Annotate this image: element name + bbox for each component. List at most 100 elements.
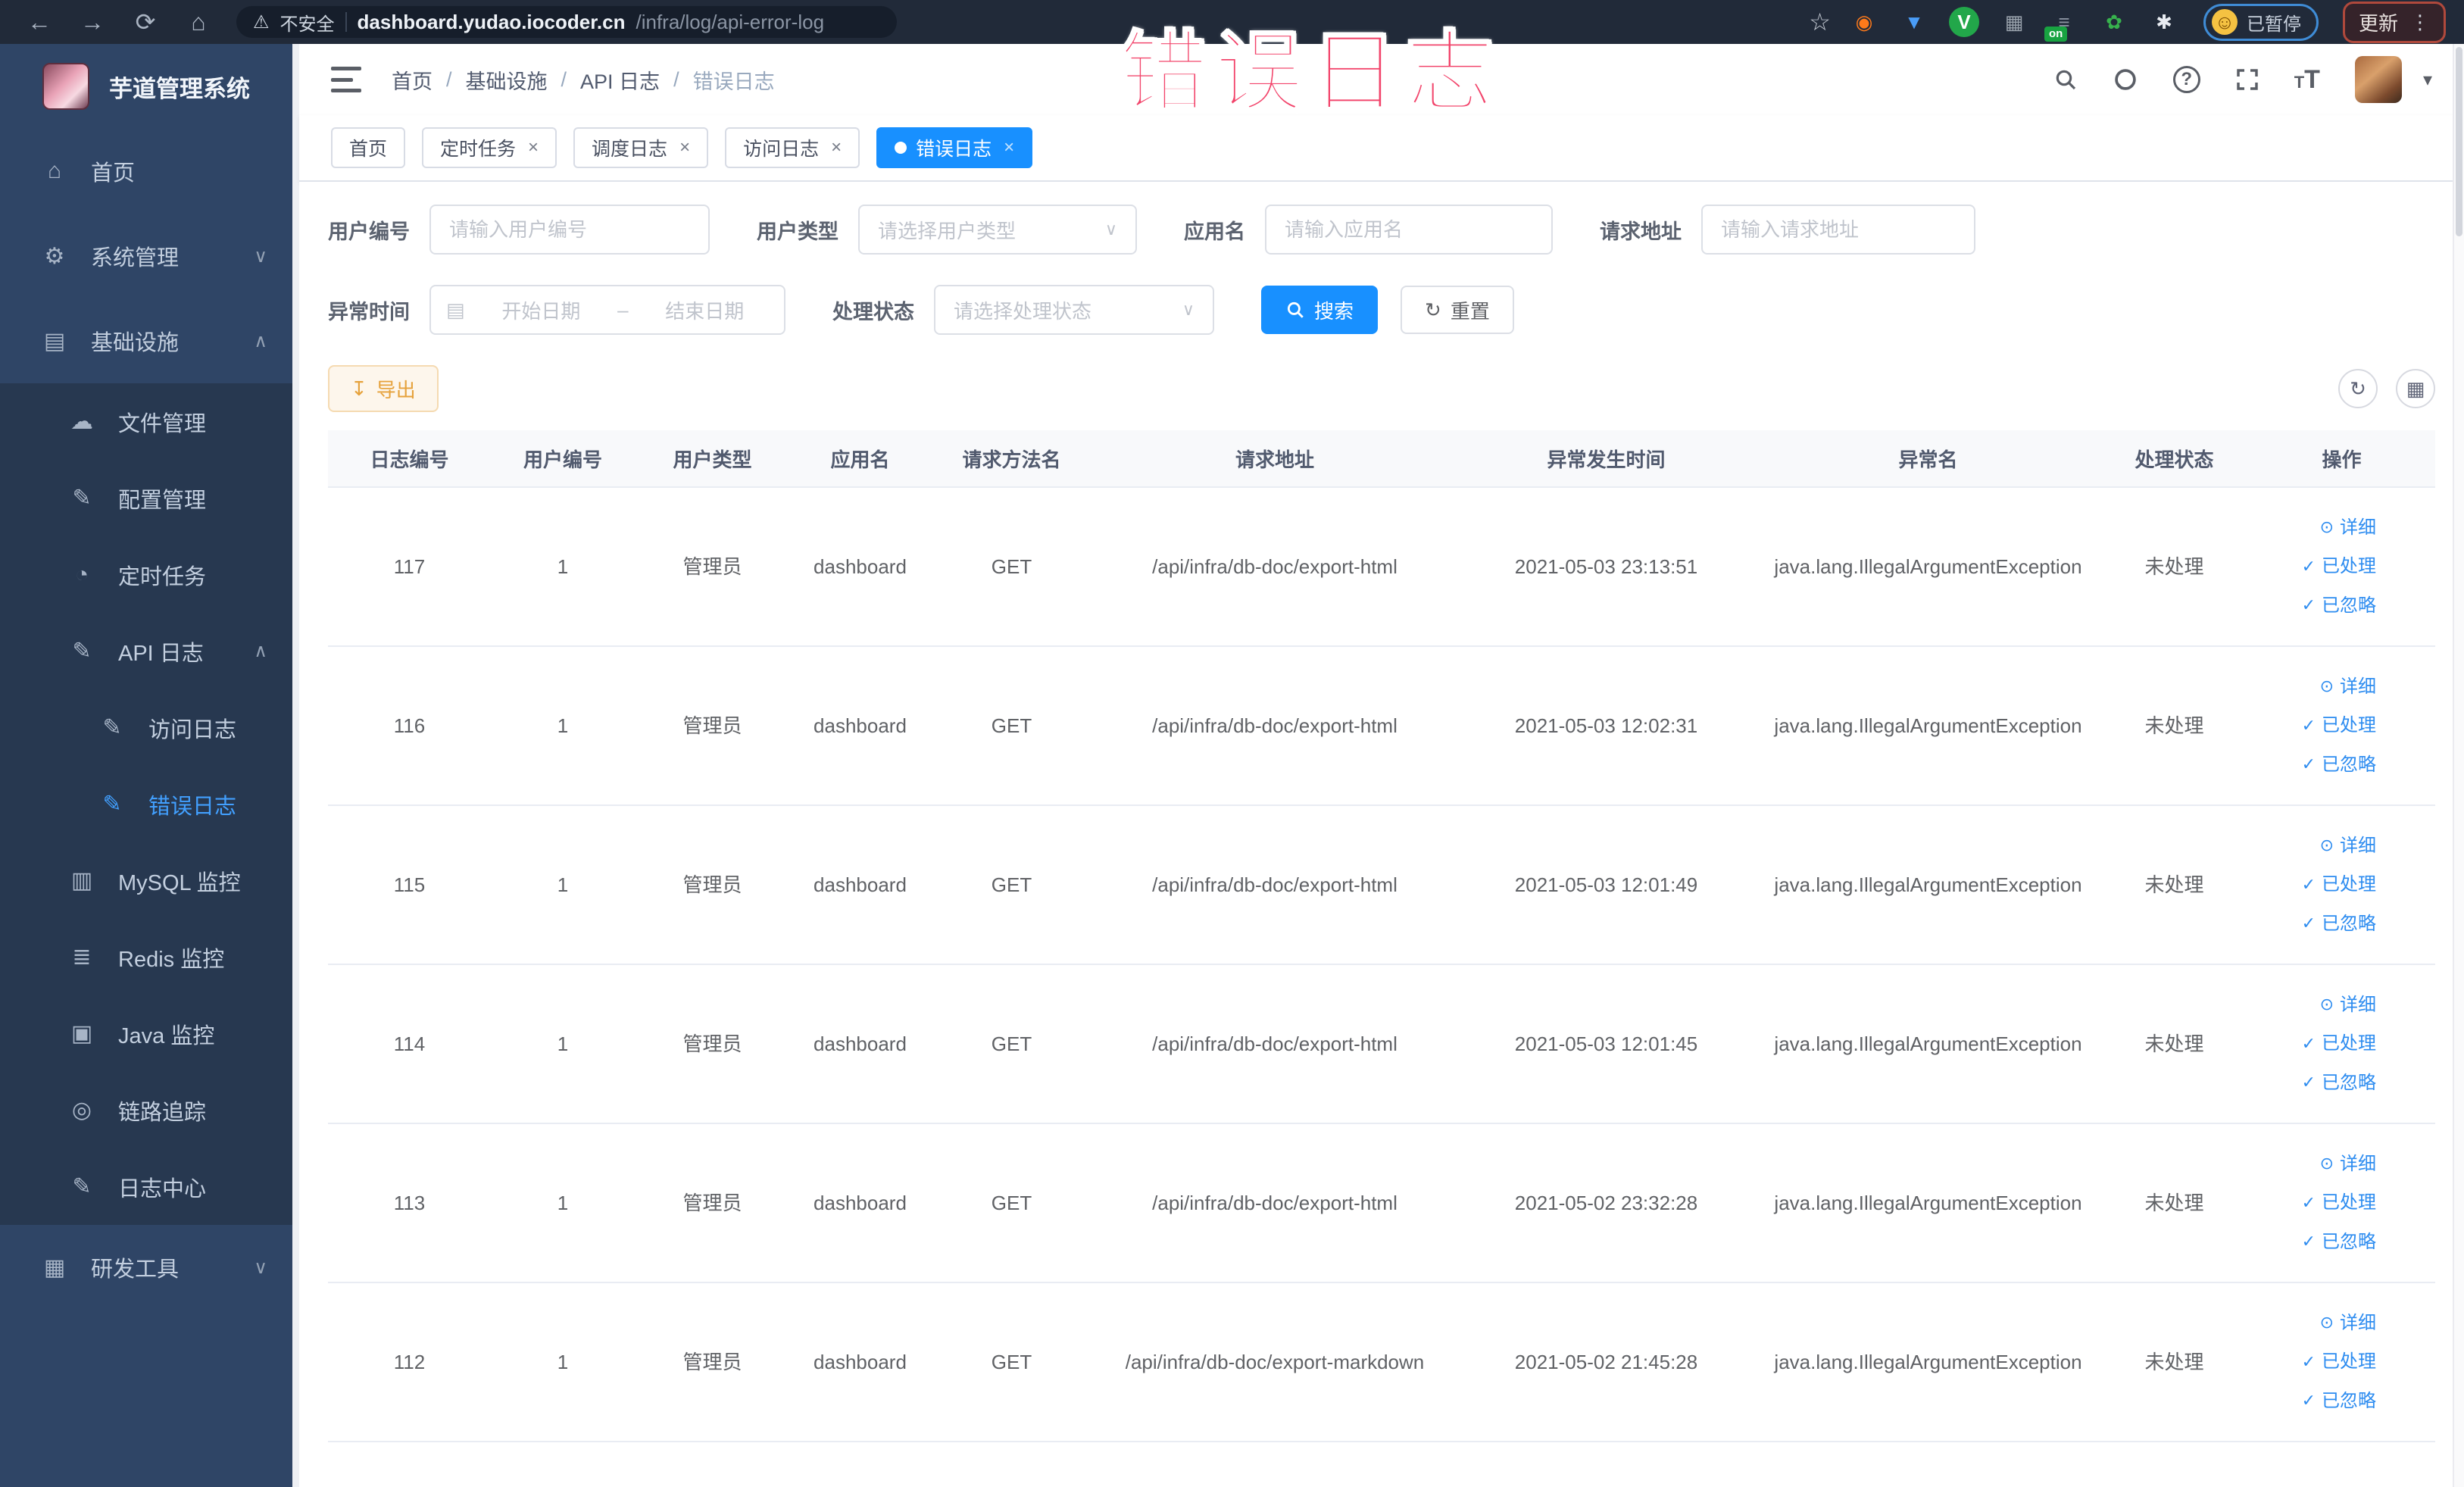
refresh-button[interactable]: ↻ [2338,369,2378,408]
sidebar-item[interactable]: ▦ 研发工具 ∨ [0,1225,299,1310]
hamburger-icon[interactable] [331,67,361,92]
table-row: 115 1 管理员 dashboard GET /api/infra/db-do… [328,806,2435,965]
gear-icon: ⚙ [44,243,65,269]
user-id-input[interactable] [429,205,710,255]
cell-status: 未处理 [2144,1350,2204,1373]
detail-link[interactable]: ⊙ 详细 [2320,1151,2376,1177]
sidebar-item-label: 系统管理 [91,246,180,270]
browser-home-icon[interactable]: ⌂ [177,8,220,36]
reset-button[interactable]: ↻ 重置 [1401,286,1514,334]
help-icon[interactable]: ? [2172,66,2200,93]
sidebar-item[interactable]: ✎ 配置管理 [0,460,299,536]
cell-exception-name: java.lang.IllegalArgumentException [1774,714,2082,737]
page-tab[interactable]: 首页 × [331,127,406,168]
breadcrumb-infra[interactable]: 基础设施 [466,65,548,95]
mark-ignored-link[interactable]: ✓ 已忽略 [2302,1070,2376,1096]
close-icon[interactable]: × [831,137,842,158]
cell-user-id: 1 [557,555,569,578]
ext-plant-icon[interactable]: ✿ [2099,7,2129,37]
search-icon[interactable] [2053,67,2078,92]
app-name-input[interactable] [1265,205,1553,255]
ext-v-green-icon[interactable]: V [1948,7,1979,37]
ext-puzzle-icon[interactable]: ✱ [2149,7,2179,37]
browser-menu-icon[interactable]: ⋮ [2410,11,2430,34]
app-logo[interactable]: 芋道管理系统 [0,44,299,129]
forward-icon[interactable]: → [71,8,114,36]
error-log-icon: ✎ [102,792,122,817]
close-icon[interactable]: × [679,137,690,158]
search-button[interactable]: 搜索 [1261,286,1379,334]
close-icon[interactable]: × [528,137,539,158]
sidebar-item[interactable]: ▤ 基础设施 ∧ [0,298,299,383]
user-menu-caret-icon[interactable]: ▾ [2423,69,2432,91]
window-scrollbar[interactable] [2453,44,2464,1487]
ext-grid-icon[interactable]: ▦ [1999,7,2029,37]
profile-paused-badge[interactable]: ☺ 已暂停 [2203,3,2319,41]
process-status-select[interactable]: 请选择处理状态 ∨ [934,285,1214,335]
bookmark-star-icon[interactable]: ☆ [1809,8,1831,36]
mark-processed-link[interactable]: ✓ 已处理 [2302,1349,2376,1375]
font-size-icon[interactable]: TT [2294,65,2320,95]
export-button[interactable]: ↧ 导出 [328,365,439,412]
sidebar-item[interactable]: ⚙ 系统管理 ∨ [0,214,299,298]
sidebar-item[interactable]: ⌂ 首页 [0,129,299,214]
columns-toggle-button[interactable]: ▦ [2396,369,2435,408]
check-icon: ✓ [2301,1351,2316,1371]
detail-link[interactable]: ⊙ 详细 [2320,992,2376,1018]
page-tab[interactable]: 访问日志 × [725,127,860,168]
fullscreen-icon[interactable] [2235,67,2259,92]
exception-time-range-picker[interactable]: ▤ 开始日期 – 结束日期 [429,285,785,335]
mark-ignored-link[interactable]: ✓ 已忽略 [2302,593,2376,619]
reload-icon[interactable]: ⟳ [124,8,167,36]
mark-ignored-link[interactable]: ✓ 已忽略 [2302,1229,2376,1255]
table-header-cell: 请求地址 [1235,448,1314,471]
ext-switch-icon[interactable]: ≡ on [2044,7,2079,42]
cell-request-url: /api/infra/db-doc/export-html [1152,1191,1398,1214]
mark-processed-link[interactable]: ✓ 已处理 [2302,872,2376,898]
address-bar[interactable]: ⚠ 不安全 dashboard.yudao.iocoder.cn/infra/l… [236,6,897,38]
detail-link[interactable]: ⊙ 详细 [2320,515,2376,541]
scrollbar-thumb[interactable] [2456,47,2462,236]
sidebar-item[interactable]: ◔ 定时任务 [0,536,299,613]
sidebar-item[interactable]: ✎ 日志中心 [0,1148,299,1225]
mark-ignored-link[interactable]: ✓ 已忽略 [2302,911,2376,937]
download-icon: ↧ [351,376,367,400]
user-avatar[interactable] [2354,56,2402,103]
mark-processed-link[interactable]: ✓ 已处理 [2302,713,2376,739]
page-tab[interactable]: 错误日志 × [876,127,1033,168]
close-icon[interactable]: × [1004,137,1014,158]
cell-log-id: 116 [393,714,426,737]
back-icon[interactable]: ← [18,8,61,36]
sidebar-item[interactable]: ◎ 链路追踪 [0,1072,299,1148]
cell-actions: ⊙ 详细 ✓ 已处理 ✓ 已忽略 [2248,515,2435,619]
mark-ignored-link[interactable]: ✓ 已忽略 [2302,1389,2376,1414]
user-type-select[interactable]: 请选择用户类型 ∨ [858,205,1137,255]
breadcrumb-api-log[interactable]: API 日志 [580,65,660,95]
mark-ignored-link[interactable]: ✓ 已忽略 [2302,752,2376,778]
sidebar-item[interactable]: ✎ 错误日志 [0,766,299,842]
mark-processed-link[interactable]: ✓ 已处理 [2302,554,2376,579]
breadcrumb-home[interactable]: 首页 [392,65,433,95]
sidebar-item[interactable]: ▥ MySQL 监控 [0,842,299,919]
sidebar-item[interactable]: ✎ API 日志 ∧ [0,613,299,689]
detail-link[interactable]: ⊙ 详细 [2320,833,2376,859]
sidebar-item[interactable]: ☁ 文件管理 [0,383,299,460]
end-date-placeholder: 结束日期 [665,299,745,323]
page-tab[interactable]: 定时任务 × [422,127,557,168]
sidebar-menu: ⌂ 首页 ⚙ 系统管理 ∨ ▤ 基础设施 ∧ ☁ 文件管理 ✎ 配置管理 ◔ 定… [0,129,299,1310]
mark-processed-link[interactable]: ✓ 已处理 [2302,1031,2376,1057]
detail-link[interactable]: ⊙ 详细 [2320,1310,2376,1336]
page-tab[interactable]: 调度日志 × [573,127,709,168]
request-url-input[interactable] [1701,205,1975,255]
update-button[interactable]: 更新 ⋮ [2342,1,2446,43]
ext-orange-icon[interactable]: ◉ [1849,7,1879,37]
app-name-label: 应用名 [1184,220,1245,243]
sidebar-item[interactable]: ▣ Java 监控 [0,995,299,1072]
github-icon[interactable] [2113,67,2138,92]
mark-processed-link[interactable]: ✓ 已处理 [2302,1190,2376,1216]
sidebar-item[interactable]: ≣ Redis 监控 [0,919,299,995]
ext-shield-icon[interactable]: ▼ [1899,7,1929,37]
detail-link[interactable]: ⊙ 详细 [2320,674,2376,700]
cell-user-type: 管理员 [682,873,742,896]
sidebar-item[interactable]: ✎ 访问日志 [0,689,299,766]
